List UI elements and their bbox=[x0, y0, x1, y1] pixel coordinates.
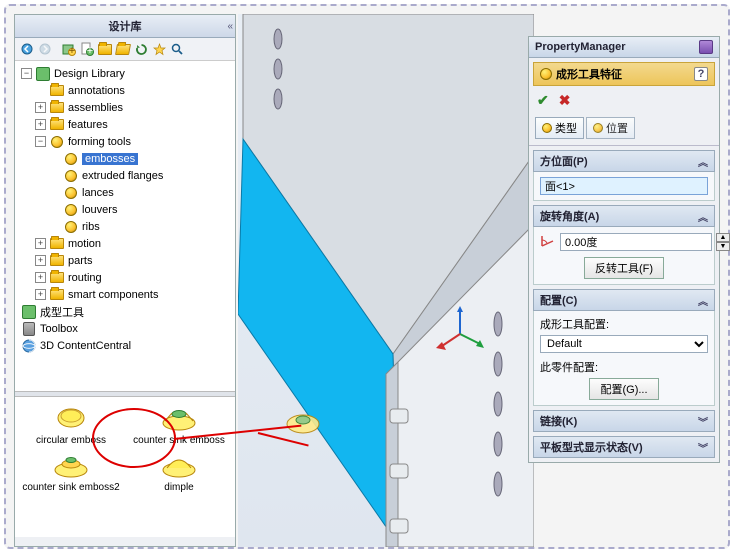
forward-icon[interactable] bbox=[37, 41, 53, 57]
graphics-viewport[interactable] bbox=[238, 14, 534, 547]
preview-counter-sink-emboss[interactable]: counter sink emboss bbox=[127, 403, 231, 446]
svg-text:+: + bbox=[87, 45, 93, 56]
section-title: 旋转角度(A) bbox=[540, 208, 599, 224]
tree-item-extruded-flanges[interactable]: extruded flanges bbox=[19, 167, 233, 184]
preview-pane: circular emboss counter sink emboss coun… bbox=[15, 397, 235, 537]
tree-item-routing[interactable]: +routing bbox=[19, 269, 233, 286]
tree-toggle-icon[interactable]: + bbox=[35, 119, 46, 130]
tree-toggle-icon[interactable]: + bbox=[35, 255, 46, 266]
chevron-down-icon[interactable]: ︾ bbox=[698, 414, 708, 429]
tab-position[interactable]: 位置 bbox=[586, 117, 635, 139]
tree-item-assemblies[interactable]: +assemblies bbox=[19, 99, 233, 116]
favorite-icon[interactable] bbox=[151, 41, 167, 57]
tree-item-3dcontentcentral[interactable]: 3D ContentCentral bbox=[19, 337, 233, 354]
tree-toggle-icon[interactable]: + bbox=[35, 238, 46, 249]
design-library-panel: 设计库 « + + − Design Library annotations +… bbox=[14, 14, 236, 547]
tree-item-annotations[interactable]: annotations bbox=[19, 82, 233, 99]
pm-tabs: 类型 位置 bbox=[529, 115, 719, 146]
chevron-down-icon[interactable]: ︾ bbox=[698, 440, 708, 455]
new-folder-icon[interactable] bbox=[97, 41, 113, 57]
tree-toggle-icon[interactable]: + bbox=[35, 102, 46, 113]
angle-icon bbox=[540, 232, 556, 251]
property-manager-panel: PropertyManager 成形工具特征 ? ✔ ✖ 类型 位置 方位面(P… bbox=[528, 36, 720, 463]
tree-toggle-icon[interactable]: − bbox=[35, 136, 46, 147]
tree-item-embosses[interactable]: embosses bbox=[19, 150, 233, 167]
design-library-tree[interactable]: − Design Library annotations +assemblies… bbox=[15, 61, 235, 391]
property-manager-title: PropertyManager bbox=[535, 41, 625, 53]
chevron-up-icon[interactable]: ︽ bbox=[698, 154, 708, 169]
preview-counter-sink-emboss2[interactable]: counter sink emboss2 bbox=[19, 450, 123, 493]
tree-item-toolbox[interactable]: Toolbox bbox=[19, 320, 233, 337]
forming-tool-icon bbox=[540, 68, 552, 80]
add-to-library-icon[interactable]: + bbox=[61, 41, 77, 57]
tree-item-motion[interactable]: +motion bbox=[19, 235, 233, 252]
design-library-toolbar: + + bbox=[15, 38, 235, 61]
pm-pin-icon[interactable] bbox=[699, 40, 713, 54]
ok-icon[interactable]: ✔ bbox=[537, 92, 549, 109]
section-link: 链接(K) ︾ bbox=[533, 410, 715, 432]
section-configuration: 配置(C) ︽ 成形工具配置: Default 此零件配置: 配置(G)... bbox=[533, 289, 715, 406]
tree-toggle-icon[interactable]: − bbox=[21, 68, 32, 79]
type-tab-icon bbox=[542, 123, 552, 133]
refresh-icon[interactable] bbox=[133, 41, 149, 57]
tree-item-ribs[interactable]: ribs bbox=[19, 218, 233, 235]
section-placement-face: 方位面(P) ︽ bbox=[533, 150, 715, 201]
tree-item-louvers[interactable]: louvers bbox=[19, 201, 233, 218]
config-label-part: 此零件配置: bbox=[540, 359, 708, 375]
section-flat-pattern: 平板型式显示状态(V) ︾ bbox=[533, 436, 715, 458]
tool-config-select[interactable]: Default bbox=[540, 335, 708, 353]
preview-circular-emboss[interactable]: circular emboss bbox=[19, 403, 123, 446]
placement-face-input[interactable] bbox=[540, 177, 708, 195]
section-rotation-angle: 旋转角度(A)︽ ▲▼ 反转工具(F) bbox=[533, 205, 715, 285]
configure-button[interactable]: 配置(G)... bbox=[589, 378, 658, 400]
tree-item-lances[interactable]: lances bbox=[19, 184, 233, 201]
search-icon[interactable] bbox=[169, 41, 185, 57]
section-title: 方位面(P) bbox=[540, 153, 588, 169]
tree-toggle-icon[interactable]: + bbox=[35, 272, 46, 283]
spinner-buttons[interactable]: ▲▼ bbox=[716, 233, 730, 251]
tab-type[interactable]: 类型 bbox=[535, 117, 584, 139]
svg-text:+: + bbox=[69, 45, 75, 56]
feature-title: 成形工具特征 bbox=[556, 66, 622, 82]
section-title: 链接(K) bbox=[540, 413, 577, 429]
section-title: 平板型式显示状态(V) bbox=[540, 439, 643, 455]
design-library-title: 设计库 bbox=[109, 18, 142, 34]
tree-root[interactable]: − Design Library bbox=[19, 65, 233, 82]
ok-cancel-row: ✔ ✖ bbox=[529, 90, 719, 115]
flip-tool-button[interactable]: 反转工具(F) bbox=[584, 257, 664, 279]
rotation-angle-input[interactable] bbox=[560, 233, 712, 251]
tree-item-features[interactable]: +features bbox=[19, 116, 233, 133]
feature-title-bar: 成形工具特征 ? bbox=[533, 62, 715, 86]
design-library-title-bar: 设计库 « bbox=[15, 15, 235, 38]
back-icon[interactable] bbox=[19, 41, 35, 57]
help-icon[interactable]: ? bbox=[694, 67, 708, 81]
tree-item-parts[interactable]: +parts bbox=[19, 252, 233, 269]
chevron-up-icon[interactable]: ︽ bbox=[698, 293, 708, 308]
tree-root-label: Design Library bbox=[54, 68, 125, 80]
preview-dimple[interactable]: dimple bbox=[127, 450, 231, 493]
property-manager-header: PropertyManager bbox=[529, 37, 719, 58]
tree-item-smart-components[interactable]: +smart components bbox=[19, 286, 233, 303]
chevron-up-icon[interactable]: ︽ bbox=[698, 209, 708, 224]
tree-item-forming-tool-root[interactable]: 成型工具 bbox=[19, 303, 233, 320]
tree-item-forming-tools[interactable]: −forming tools bbox=[19, 133, 233, 150]
add-file-icon[interactable]: + bbox=[79, 41, 95, 57]
config-label-tool: 成形工具配置: bbox=[540, 316, 708, 332]
panel-collapse-icon[interactable]: « bbox=[227, 21, 231, 32]
sheet-metal-part bbox=[238, 14, 534, 547]
section-title: 配置(C) bbox=[540, 292, 577, 308]
open-folder-icon[interactable] bbox=[115, 41, 131, 57]
cancel-icon[interactable]: ✖ bbox=[559, 92, 571, 109]
tree-toggle-icon[interactable]: + bbox=[35, 289, 46, 300]
position-tab-icon bbox=[593, 123, 603, 133]
